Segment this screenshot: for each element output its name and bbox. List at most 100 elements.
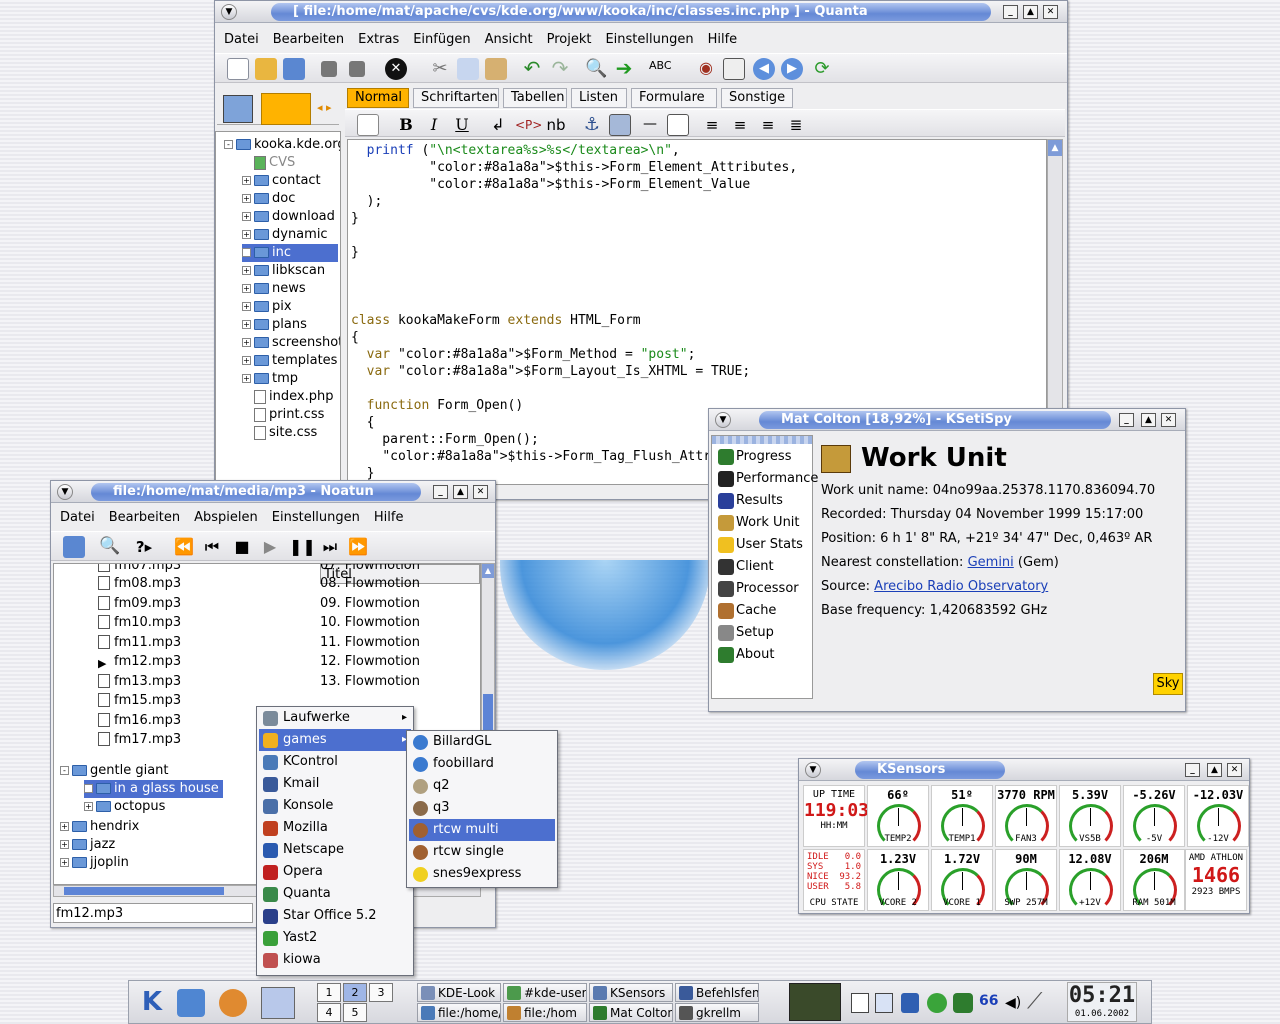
minimize-button[interactable]: _ bbox=[433, 485, 448, 499]
tab-listen[interactable]: Listen bbox=[571, 88, 627, 108]
kmenu-item-kcontrol[interactable]: KControl bbox=[259, 751, 411, 773]
close-button[interactable]: ✕ bbox=[473, 485, 488, 499]
tree-item[interactable]: + templates bbox=[242, 352, 337, 370]
bold-button[interactable]: B bbox=[395, 114, 417, 136]
kmenu-item-mozilla[interactable]: Mozilla bbox=[259, 817, 411, 839]
nav-results[interactable]: Results bbox=[716, 490, 783, 512]
fast-forward-icon[interactable]: ⏩ bbox=[347, 536, 369, 558]
nav-work-unit[interactable]: Work Unit bbox=[716, 512, 800, 534]
expand-icon[interactable]: + bbox=[242, 374, 251, 383]
rewind-icon[interactable]: ⏪ bbox=[173, 536, 195, 558]
sky-button[interactable]: Sky bbox=[1153, 673, 1183, 695]
kmenu-item-netscape[interactable]: Netscape bbox=[259, 839, 411, 861]
menu-abspielen[interactable]: Abspielen bbox=[187, 507, 265, 529]
pause-icon[interactable]: ❚❚ bbox=[289, 536, 316, 558]
expand-icon[interactable]: + bbox=[242, 194, 251, 203]
pager-desktop-1[interactable]: 1 bbox=[317, 983, 341, 1002]
playlist-folder[interactable]: + jjoplin bbox=[60, 854, 129, 872]
paragraph-icon[interactable]: <P> bbox=[515, 114, 542, 136]
desktop-icon[interactable] bbox=[261, 987, 295, 1019]
expand-icon[interactable]: + bbox=[242, 356, 251, 365]
menu-datei[interactable]: Datei bbox=[217, 29, 266, 51]
alien-tray-icon[interactable] bbox=[953, 993, 973, 1013]
find-next-icon[interactable]: ➔ bbox=[613, 58, 635, 80]
menu-bearbeiten[interactable]: Bearbeiten bbox=[102, 507, 187, 529]
align-center-icon[interactable]: ≡ bbox=[729, 114, 751, 136]
save-all-icon[interactable] bbox=[349, 61, 365, 77]
window-menu-button[interactable]: ▼ bbox=[57, 484, 73, 500]
tree-item[interactable]: + inc bbox=[242, 244, 338, 262]
playlist-folder[interactable]: + octopus bbox=[84, 798, 165, 816]
expand-icon[interactable]: + bbox=[242, 212, 251, 221]
expand-icon[interactable]: + bbox=[84, 784, 93, 793]
home-icon[interactable] bbox=[177, 989, 205, 1017]
kmenu-item-kmail[interactable]: Kmail bbox=[259, 773, 411, 795]
tree-item[interactable]: + plans bbox=[242, 316, 307, 334]
tree-item[interactable]: + libkscan bbox=[242, 262, 325, 280]
playlist-row[interactable]: fm11.mp3 11. Flowmotion bbox=[54, 633, 480, 652]
quick-start-icon[interactable] bbox=[357, 114, 379, 136]
align-justify-icon[interactable]: ≣ bbox=[785, 114, 807, 136]
nav-user-stats[interactable]: User Stats bbox=[716, 534, 803, 556]
minimize-button[interactable]: _ bbox=[1185, 763, 1200, 777]
pager-desktop-5[interactable]: 5 bbox=[343, 1003, 367, 1022]
tree-item[interactable]: + tmp bbox=[242, 370, 298, 388]
window-menu-button[interactable]: ▼ bbox=[221, 4, 237, 20]
tab-schriftarten[interactable]: Schriftarten bbox=[413, 88, 499, 108]
quanta-titlebar[interactable]: ▼ [ file:/home/mat/apache/cvs/kde.org/ww… bbox=[215, 1, 1067, 23]
tree-item[interactable]: +print.css bbox=[242, 406, 324, 424]
expand-icon[interactable]: + bbox=[242, 302, 251, 311]
menu-hilfe[interactable]: Hilfe bbox=[367, 507, 411, 529]
image-icon[interactable] bbox=[609, 114, 631, 136]
konqueror-icon[interactable] bbox=[219, 989, 247, 1017]
tab-tabellen[interactable]: Tabellen bbox=[503, 88, 567, 108]
mug-icon[interactable] bbox=[901, 993, 919, 1013]
volume-icon[interactable]: ◀) bbox=[1005, 995, 1021, 1011]
games-item-billardgl[interactable]: BillardGL bbox=[409, 731, 555, 753]
taskbar-button[interactable]: Mat Colton bbox=[589, 1003, 673, 1022]
kmenu-item-quanta[interactable]: Quanta bbox=[259, 883, 411, 905]
tree-root[interactable]: - kooka.kde.org bbox=[224, 136, 340, 154]
scroll-up-arrow-icon[interactable]: ▲ bbox=[1048, 140, 1062, 156]
redo-icon[interactable]: ↷ bbox=[549, 58, 571, 80]
tree-item[interactable]: + dynamic bbox=[242, 226, 328, 244]
kmenu-item-kiowa[interactable]: kiowa bbox=[259, 949, 411, 971]
new-file-icon[interactable] bbox=[227, 58, 249, 80]
expand-icon[interactable]: + bbox=[60, 822, 69, 831]
tree-item[interactable]: + screenshot bbox=[242, 334, 340, 352]
previous-icon[interactable]: ⏮ bbox=[201, 536, 223, 558]
games-item-q2[interactable]: q2 bbox=[409, 775, 555, 797]
menu-einfuegen[interactable]: Einfügen bbox=[406, 29, 477, 51]
window-menu-button[interactable]: ▼ bbox=[805, 762, 821, 778]
taskbar-button[interactable]: gkrellm bbox=[675, 1003, 759, 1022]
preview-icon[interactable]: ◉ bbox=[695, 58, 717, 80]
ksensors-titlebar[interactable]: ▼ KSensors _ ▲ ✕ bbox=[799, 759, 1249, 781]
view-source-icon[interactable] bbox=[723, 58, 745, 80]
clock[interactable]: 05:21 01.06.2002 bbox=[1067, 982, 1137, 1022]
hscroll-thumb[interactable] bbox=[64, 887, 224, 895]
playlist-folder[interactable]: + in a glass house bbox=[84, 780, 223, 798]
lock-icon[interactable]: ⟋ bbox=[1027, 989, 1059, 1017]
expand-icon[interactable]: + bbox=[242, 248, 251, 257]
tree-item[interactable]: + news bbox=[242, 280, 306, 298]
window-menu-button[interactable]: ▼ bbox=[715, 412, 731, 428]
playlist-folder[interactable]: + jazz bbox=[60, 836, 115, 854]
minimize-button[interactable]: _ bbox=[1119, 413, 1134, 427]
maximize-button[interactable]: ▲ bbox=[1141, 413, 1156, 427]
pager-desktop-4[interactable]: 4 bbox=[317, 1003, 341, 1022]
open-file-icon[interactable] bbox=[255, 58, 277, 80]
maximize-button[interactable]: ▲ bbox=[1207, 763, 1222, 777]
undo-icon[interactable]: ↶ bbox=[521, 58, 543, 80]
expand-icon[interactable]: + bbox=[242, 266, 251, 275]
cut-icon[interactable]: ✂ bbox=[429, 58, 451, 80]
maximize-button[interactable]: ▲ bbox=[453, 485, 468, 499]
kmenu-item-yast2[interactable]: Yast2 bbox=[259, 927, 411, 949]
expand-icon[interactable]: + bbox=[60, 840, 69, 849]
taskbar-button[interactable]: Befehlsfen bbox=[675, 983, 759, 1002]
menu-datei[interactable]: Datei bbox=[53, 507, 102, 529]
playlist-row[interactable]: fm08.mp3 08. Flowmotion bbox=[54, 574, 480, 593]
playlist-folder[interactable]: - gentle giant bbox=[60, 762, 169, 780]
linebreak-icon[interactable]: ↲ bbox=[487, 114, 509, 136]
anchor-icon[interactable]: ⚓ bbox=[581, 114, 603, 136]
menu-projekt[interactable]: Projekt bbox=[540, 29, 599, 51]
